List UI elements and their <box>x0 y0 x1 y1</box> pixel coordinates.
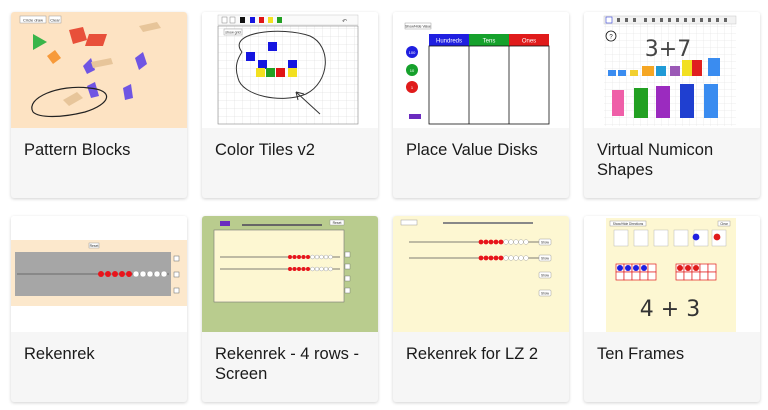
thumbnail-rekenrek-4-rows: Reset <box>202 216 378 332</box>
thumb-text: Tens <box>483 39 496 45</box>
thumbnail-color-tiles: ↶ show grid <box>202 12 378 128</box>
thumb-text: Ones <box>522 39 536 45</box>
thumbnail-pattern-blocks: Circle draw Clear <box>11 12 187 128</box>
thumb-text: Hundreds <box>436 39 462 45</box>
card-title: Rekenrek <box>24 345 95 363</box>
thumb-text: show grid <box>225 31 240 35</box>
thumbnail-rekenrek: Reset <box>11 216 187 332</box>
thumb-text: Clear <box>720 222 729 226</box>
thumb-text: Reset <box>333 221 342 225</box>
card-title: Rekenrek - 4 rows - Screen <box>215 345 359 383</box>
card-place-value-disks[interactable]: Show/Hide Value Hundreds Tens Ones 100 1… <box>393 12 569 198</box>
thumb-text: Show <box>541 292 550 296</box>
thumbnail-rekenrek-lz2: Show Show Show Show <box>393 216 569 332</box>
manipulatives-grid: Circle draw Clear Pattern Blocks ↶ show … <box>0 0 768 410</box>
card-color-tiles[interactable]: ↶ show grid Color Tiles v2 <box>202 12 378 198</box>
thumbnail-numicon-shapes: ? 3+7 <box>584 12 760 128</box>
card-title: Place Value Disks <box>406 141 538 159</box>
card-ten-frames[interactable]: Show/Hide Directions Clear 4 + 3 Ten Fra… <box>584 216 760 402</box>
thumb-text: 100 <box>409 50 416 55</box>
thumb-text: Show <box>541 257 550 261</box>
card-pattern-blocks[interactable]: Circle draw Clear Pattern Blocks <box>11 12 187 198</box>
card-title: Virtual Numicon Shapes <box>597 141 714 179</box>
thumb-text: 3+7 <box>645 37 691 62</box>
thumb-text: Show <box>541 274 550 278</box>
card-rekenrek-lz2[interactable]: Show Show Show Show Rekenrek for LZ 2 <box>393 216 569 402</box>
thumbnail-place-value-disks: Show/Hide Value Hundreds Tens Ones 100 1… <box>393 12 569 128</box>
thumbnail-ten-frames: Show/Hide Directions Clear 4 + 3 <box>584 216 760 332</box>
card-title: Color Tiles v2 <box>215 141 315 159</box>
card-rekenrek[interactable]: Reset Rekenrek <box>11 216 187 402</box>
card-title: Ten Frames <box>597 345 685 363</box>
card-numicon-shapes[interactable]: ? 3+7 Virtual Numicon Shapes <box>584 12 760 198</box>
thumb-text: 10 <box>410 68 415 73</box>
thumb-text: Reset <box>90 244 99 248</box>
thumb-text: Clear <box>50 18 60 23</box>
svg-text:↶: ↶ <box>342 18 347 25</box>
card-rekenrek-4-rows[interactable]: Reset Rekenrek - 4 rows - Screen <box>202 216 378 402</box>
thumb-text: 4 + 3 <box>640 297 700 322</box>
thumb-text: Circle draw <box>23 18 43 23</box>
thumb-text: Show/Hide Directions <box>613 222 644 226</box>
card-title: Rekenrek for LZ 2 <box>406 345 539 363</box>
card-title: Pattern Blocks <box>24 141 131 159</box>
thumb-text: Show/Hide Value <box>405 25 431 29</box>
thumb-text: Show <box>541 241 550 245</box>
